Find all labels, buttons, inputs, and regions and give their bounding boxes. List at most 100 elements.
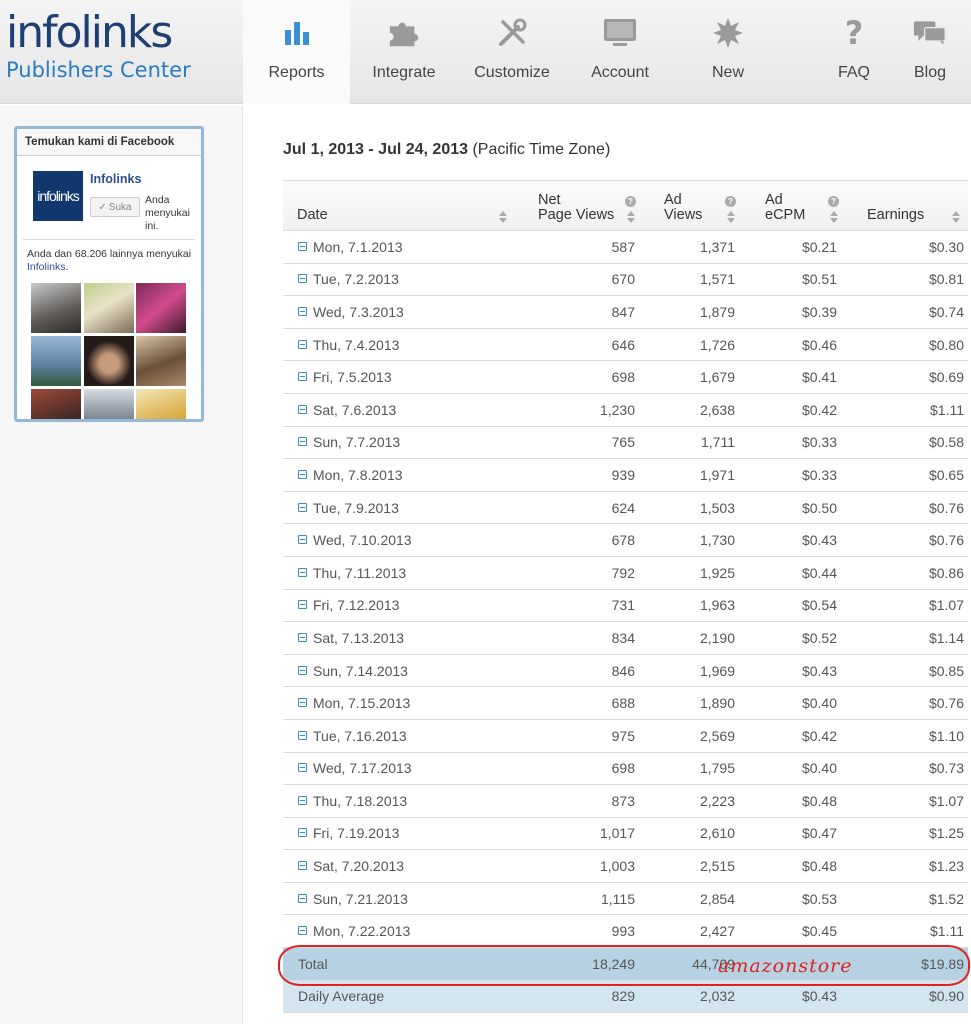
help-icon[interactable]: ?	[725, 196, 736, 207]
cell-text: Sun, 7.14.2013	[313, 662, 408, 679]
expand-icon[interactable]	[298, 632, 307, 642]
fan-avatar[interactable]	[84, 283, 134, 333]
cell-text: 1,115	[601, 890, 635, 907]
nav-account[interactable]: Account	[566, 0, 674, 104]
table-row[interactable]: Sat, 7.13.2013 834 2,190 $0.52 $1.14	[283, 621, 968, 655]
nav-new[interactable]: New	[674, 0, 782, 104]
fan-avatar[interactable]	[31, 283, 81, 333]
cell-text: 2,223	[699, 792, 735, 809]
value-cell: 698	[519, 752, 639, 786]
expand-icon[interactable]	[298, 502, 307, 512]
cell-text: 1,003	[599, 858, 635, 875]
date-cell: Fri, 7.12.2013	[283, 589, 519, 623]
fan-count-page-link[interactable]: Infolinks	[27, 261, 66, 273]
table-row[interactable]: Mon, 7.22.2013 993 2,427 $0.45 $1.11	[283, 914, 968, 949]
sort-icon[interactable]	[830, 211, 838, 223]
fan-avatar[interactable]	[136, 336, 186, 386]
sort-icon[interactable]	[499, 211, 507, 223]
value-cell: $0.48	[739, 784, 843, 818]
fan-avatar[interactable]	[31, 389, 81, 419]
expand-icon[interactable]	[298, 469, 307, 479]
expand-icon[interactable]	[298, 698, 307, 708]
col-ad-views[interactable]: Ad Views ?	[639, 180, 739, 231]
value-cell: 2,223	[639, 784, 739, 818]
expand-icon[interactable]	[298, 535, 307, 545]
value-cell: 1,503	[639, 491, 739, 525]
expand-icon[interactable]	[298, 795, 307, 805]
expand-icon[interactable]	[298, 861, 307, 871]
nav-blog[interactable]: Blog	[881, 0, 971, 104]
fan-avatar[interactable]	[136, 389, 186, 419]
table-row[interactable]: Thu, 7.18.2013 873 2,223 $0.48 $1.07	[283, 784, 968, 818]
table-row[interactable]: Tue, 7.2.2013 670 1,571 $0.51 $0.81	[283, 263, 968, 297]
facebook-like-box: Temukan kami di Facebook infolinks Infol…	[14, 126, 204, 422]
cell-text: $0.76	[928, 695, 964, 712]
table-row[interactable]: Fri, 7.5.2013 698 1,679 $0.41 $0.69	[283, 360, 968, 394]
sort-icon[interactable]	[952, 211, 960, 223]
cell-text: 765	[611, 434, 635, 451]
table-row[interactable]: Fri, 7.12.2013 731 1,963 $0.54 $1.07	[283, 589, 968, 623]
table-row[interactable]: Sun, 7.14.2013 846 1,969 $0.43 $0.85	[283, 654, 968, 688]
nav-integrate[interactable]: Integrate	[350, 0, 458, 104]
facebook-page-name[interactable]: Infolinks	[90, 172, 141, 186]
expand-icon[interactable]	[298, 241, 307, 251]
table-row[interactable]: Wed, 7.17.2013 698 1,795 $0.40 $0.73	[283, 752, 968, 786]
nav-customize[interactable]: Customize	[458, 0, 566, 104]
expand-icon[interactable]	[298, 306, 307, 316]
table-row[interactable]: Mon, 7.8.2013 939 1,971 $0.33 $0.65	[283, 458, 968, 492]
table-row[interactable]: Tue, 7.9.2013 624 1,503 $0.50 $0.76	[283, 491, 968, 525]
expand-icon[interactable]	[298, 274, 307, 284]
expand-icon[interactable]	[298, 893, 307, 903]
col-ad-ecpm[interactable]: Ad eCPM ?	[739, 180, 843, 231]
fan-avatar[interactable]	[84, 336, 134, 386]
table-row[interactable]: Thu, 7.11.2013 792 1,925 $0.44 $0.86	[283, 556, 968, 590]
cell-text: Tue, 7.16.2013	[313, 727, 407, 744]
fan-avatar[interactable]	[84, 389, 134, 419]
col-earnings[interactable]: Earnings	[843, 180, 968, 231]
report-date-range: Jul 1, 2013 - Jul 24, 2013 (Pacific Time…	[283, 141, 610, 159]
table-row[interactable]: Mon, 7.1.2013 587 1,371 $0.21 $0.30	[283, 230, 968, 264]
table-row[interactable]: Thu, 7.4.2013 646 1,726 $0.46 $0.80	[283, 328, 968, 362]
value-cell: $0.53	[739, 882, 843, 916]
value-cell: 1,890	[639, 686, 739, 720]
col-label-line: Net	[538, 192, 561, 208]
value-cell: $0.40	[739, 752, 843, 786]
sort-icon[interactable]	[727, 211, 735, 223]
fan-avatar[interactable]	[136, 283, 186, 333]
table-row[interactable]: Tue, 7.16.2013 975 2,569 $0.42 $1.10	[283, 719, 968, 753]
expand-icon[interactable]	[298, 665, 307, 675]
sort-icon[interactable]	[627, 211, 635, 223]
cell-text: $0.41	[801, 369, 837, 386]
table-row[interactable]: Wed, 7.10.2013 678 1,730 $0.43 $0.76	[283, 523, 968, 557]
table-row[interactable]: Sun, 7.7.2013 765 1,711 $0.33 $0.58	[283, 426, 968, 460]
value-cell: $0.33	[739, 426, 843, 460]
expand-icon[interactable]	[298, 339, 307, 349]
table-row[interactable]: Sat, 7.20.2013 1,003 2,515 $0.48 $1.23	[283, 849, 968, 883]
expand-icon[interactable]	[298, 730, 307, 740]
expand-icon[interactable]	[298, 600, 307, 610]
facebook-page-logo[interactable]: infolinks	[33, 171, 83, 221]
facebook-like-button[interactable]: ✓ Suka	[90, 197, 140, 217]
table-row[interactable]: Wed, 7.3.2013 847 1,879 $0.39 $0.74	[283, 295, 968, 329]
fan-avatar[interactable]	[31, 336, 81, 386]
nav-reports[interactable]: Reports	[243, 0, 350, 104]
col-net-page-views[interactable]: Net Page Views ?	[519, 180, 639, 231]
expand-icon[interactable]	[298, 828, 307, 838]
cell-text: $1.07	[928, 792, 964, 809]
table-row[interactable]: Sun, 7.21.2013 1,115 2,854 $0.53 $1.52	[283, 882, 968, 916]
cell-text: 846	[611, 662, 635, 679]
table-row[interactable]: Fri, 7.19.2013 1,017 2,610 $0.47 $1.25	[283, 817, 968, 851]
expand-icon[interactable]	[298, 926, 307, 936]
help-icon[interactable]: ?	[828, 196, 839, 207]
infolinks-logo[interactable]: infolinks Publishers Center	[6, 10, 191, 83]
expand-icon[interactable]	[298, 763, 307, 773]
expand-icon[interactable]	[298, 372, 307, 382]
expand-icon[interactable]	[298, 437, 307, 447]
col-date[interactable]: Date	[283, 180, 519, 231]
nav-label: Reports	[268, 64, 325, 81]
help-icon[interactable]: ?	[625, 196, 636, 207]
table-row[interactable]: Mon, 7.15.2013 688 1,890 $0.40 $0.76	[283, 686, 968, 720]
table-row[interactable]: Sat, 7.6.2013 1,230 2,638 $0.42 $1.11	[283, 393, 968, 427]
expand-icon[interactable]	[298, 404, 307, 414]
expand-icon[interactable]	[298, 567, 307, 577]
